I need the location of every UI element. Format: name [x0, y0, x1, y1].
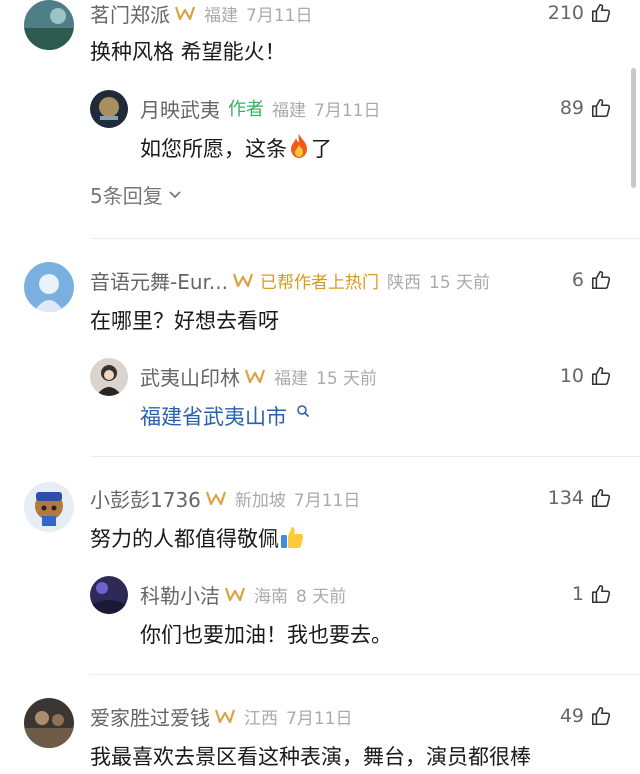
username[interactable]: 武夷山印林 [140, 362, 240, 391]
avatar[interactable] [24, 262, 74, 312]
crown-badge-icon [224, 585, 246, 603]
like-button[interactable]: 1 [572, 581, 612, 607]
like-count: 1 [571, 583, 584, 605]
like-count: 89 [559, 97, 584, 119]
like-button[interactable]: 89 [560, 95, 612, 121]
crown-badge-icon [232, 271, 254, 289]
thumb-up-icon [591, 366, 611, 386]
scrollbar[interactable] [631, 68, 636, 188]
thumb-up-icon [591, 488, 611, 508]
thumb-up-icon [591, 584, 611, 604]
username[interactable]: 小彭彭1736 [90, 484, 201, 513]
avatar[interactable] [24, 0, 74, 50]
reply-text-part: 如您所愿，这条 [140, 137, 287, 161]
location: 福建 [274, 368, 308, 389]
timestamp: 7月11日 [246, 5, 313, 26]
thumb-up-icon [591, 3, 611, 23]
timestamp: 7月11日 [286, 708, 353, 729]
username[interactable]: 爱家胜过爱钱 [90, 702, 210, 731]
like-count: 49 [559, 705, 584, 727]
comment-text: 在哪里？好想去看呀 [90, 309, 279, 333]
comment-text-part: 努力的人都值得敬佩 [90, 527, 279, 551]
thumb-up-icon [591, 270, 611, 290]
like-button[interactable]: 210 [548, 0, 612, 26]
like-count: 6 [571, 269, 584, 291]
location: 福建 [272, 100, 306, 121]
search-icon[interactable] [296, 404, 310, 418]
reply-text: 如您所愿，这条了 [140, 133, 332, 163]
avatar[interactable] [90, 576, 128, 614]
comment-text: 努力的人都值得敬佩 [90, 523, 305, 553]
crown-badge-icon [205, 489, 227, 507]
username[interactable]: 茗门郑派 [90, 0, 170, 28]
timestamp: 15 天前 [316, 368, 378, 389]
like-count: 10 [559, 365, 584, 387]
avatar[interactable] [90, 358, 128, 396]
avatar[interactable] [24, 482, 74, 532]
crown-badge-icon [174, 4, 196, 22]
reply-text: 你们也要加油！我也要去。 [140, 623, 392, 647]
comment-text: 换种风格 希望能火！ [90, 40, 286, 64]
timestamp: 15 天前 [429, 272, 491, 293]
promoted-tag: 已帮作者上热门 [260, 272, 379, 293]
username[interactable]: 科勒小洁 [140, 580, 220, 609]
reply-text: 福建省武夷山市 [140, 401, 310, 431]
fire-emoji-icon [291, 134, 307, 158]
avatar[interactable] [24, 698, 74, 748]
like-button[interactable]: 10 [560, 363, 612, 389]
avatar[interactable] [90, 90, 128, 128]
timestamp: 7月11日 [293, 490, 361, 511]
location: 江西 [244, 708, 278, 729]
location: 陕西 [387, 272, 421, 293]
like-count: 134 [547, 487, 584, 509]
crown-badge-icon [244, 367, 266, 385]
divider [90, 456, 640, 457]
divider [90, 674, 640, 675]
comment-text: 我最喜欢去景区看这种表演，舞台，演员都很棒 [90, 745, 531, 769]
location-link[interactable]: 福建省武夷山市 [140, 405, 287, 429]
username[interactable]: 音语元舞-Eur... [90, 266, 228, 295]
location: 福建 [204, 5, 238, 26]
like-button[interactable]: 49 [560, 703, 612, 729]
reply-text-part: 了 [311, 137, 332, 161]
thumbs-up-emoji-icon [281, 527, 304, 548]
location: 海南 [254, 586, 288, 607]
divider [90, 238, 640, 239]
crown-badge-icon [214, 707, 236, 725]
timestamp: 8 天前 [296, 586, 347, 607]
like-count: 210 [547, 2, 584, 24]
username[interactable]: 月映武夷 [140, 94, 220, 123]
expand-replies-button[interactable]: 5条回复 [90, 180, 182, 209]
like-button[interactable]: 6 [572, 267, 612, 293]
thumb-up-icon [591, 706, 611, 726]
timestamp: 7月11日 [314, 100, 381, 121]
like-button[interactable]: 134 [548, 485, 612, 511]
thumb-up-icon [591, 98, 611, 118]
author-tag: 作者 [228, 99, 264, 120]
more-replies-label: 5条回复 [90, 184, 163, 208]
chevron-down-icon [169, 190, 181, 198]
location: 新加坡 [234, 490, 286, 511]
